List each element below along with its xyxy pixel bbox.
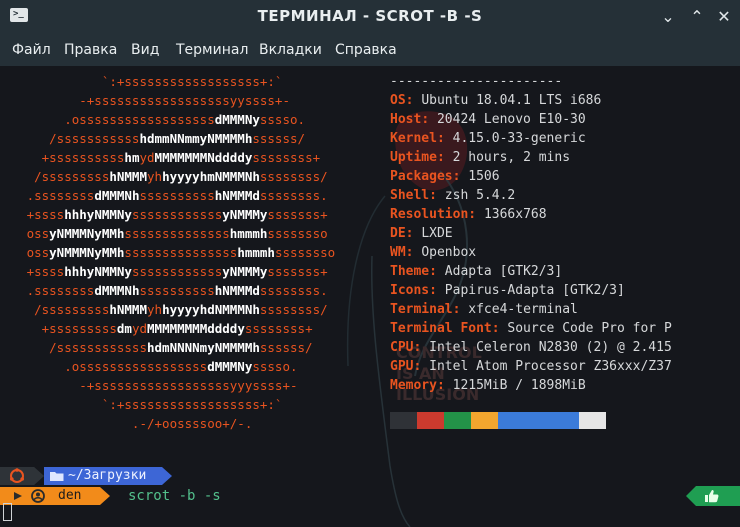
info-row-kernel: Kernel: 4.15.0-33-generic bbox=[390, 131, 586, 146]
color-swatch bbox=[390, 412, 417, 429]
info-row-theme: Theme: Adapta [GTK2/3] bbox=[390, 264, 563, 279]
menu-tabs[interactable]: Вкладки bbox=[259, 34, 322, 66]
info-row-host: Host: 20424 Lenovo E10-30 bbox=[390, 112, 586, 127]
color-swatch bbox=[444, 412, 471, 429]
info-row-memory: Memory: 1215MiB / 1898MiB bbox=[390, 378, 586, 393]
color-swatch bbox=[417, 412, 444, 429]
menu-view[interactable]: Вид bbox=[131, 34, 159, 66]
info-row-terminal-font: Terminal Font: Source Code Pro for P bbox=[390, 321, 672, 336]
color-swatch bbox=[525, 412, 552, 429]
info-row-wm: WM: Openbox bbox=[390, 245, 477, 260]
terminal-output[interactable]: CONTROL IS AN ILLUSION `:+ssssssssssssss… bbox=[0, 66, 740, 527]
info-row-os: OS: Ubuntu 18.04.1 LTS i686 bbox=[390, 93, 602, 108]
window-title: ТЕРМИНАЛ - SCROT -B -S bbox=[257, 7, 483, 25]
minimize-button[interactable]: ⌄ bbox=[657, 6, 679, 28]
info-separator: ---------------------- bbox=[390, 74, 563, 89]
menu-file[interactable]: Файл bbox=[12, 34, 51, 66]
info-row-packages: Packages: 1506 bbox=[390, 169, 500, 184]
info-row-terminal: Terminal: xfce4-terminal bbox=[390, 302, 578, 317]
menu-help[interactable]: Справка bbox=[335, 34, 397, 66]
menu-edit[interactable]: Правка bbox=[64, 34, 117, 66]
info-row-shell: Shell: zsh 5.4.2 bbox=[390, 188, 516, 203]
terminal-window: >_ ТЕРМИНАЛ - SCROT -B -S ⌄ ⌃ ✕ Файл Пра… bbox=[0, 0, 740, 527]
info-row-icons: Icons: Papirus-Adapta [GTK2/3] bbox=[390, 283, 625, 298]
color-swatch bbox=[552, 412, 579, 429]
info-row-resolution: Resolution: 1366x768 bbox=[390, 207, 547, 222]
info-row-gpu: GPU: Intel Atom Processor Z36xxx/Z37 bbox=[390, 359, 672, 374]
color-swatch bbox=[471, 412, 498, 429]
info-row-de: DE: LXDE bbox=[390, 226, 453, 241]
info-row-uptime: Uptime: 2 hours, 2 mins bbox=[390, 150, 571, 165]
info-row-cpu: CPU: Intel Celeron N2830 (2) @ 2.415 bbox=[390, 340, 672, 355]
ubuntu-ascii-logo: `:+ssssssssssssssssss+:` -+sssssssssssss… bbox=[26, 74, 336, 431]
color-swatch bbox=[579, 412, 606, 429]
close-button[interactable]: ✕ bbox=[713, 6, 735, 28]
title-bar[interactable]: >_ ТЕРМИНАЛ - SCROT -B -S ⌄ ⌃ ✕ bbox=[0, 0, 740, 34]
prompt-status-segment bbox=[686, 486, 740, 506]
maximize-button[interactable]: ⌃ bbox=[686, 6, 708, 28]
menu-terminal[interactable]: Терминал bbox=[176, 34, 248, 66]
menu-bar: Файл Правка Вид Терминал Вкладки Справка bbox=[0, 34, 740, 66]
text-cursor bbox=[3, 503, 12, 521]
prompt-command[interactable]: scrot -b -s bbox=[128, 486, 221, 506]
prompt-user: den bbox=[58, 488, 82, 503]
color-swatch bbox=[498, 412, 525, 429]
prompt-path: ~/Загрузки bbox=[68, 468, 147, 483]
